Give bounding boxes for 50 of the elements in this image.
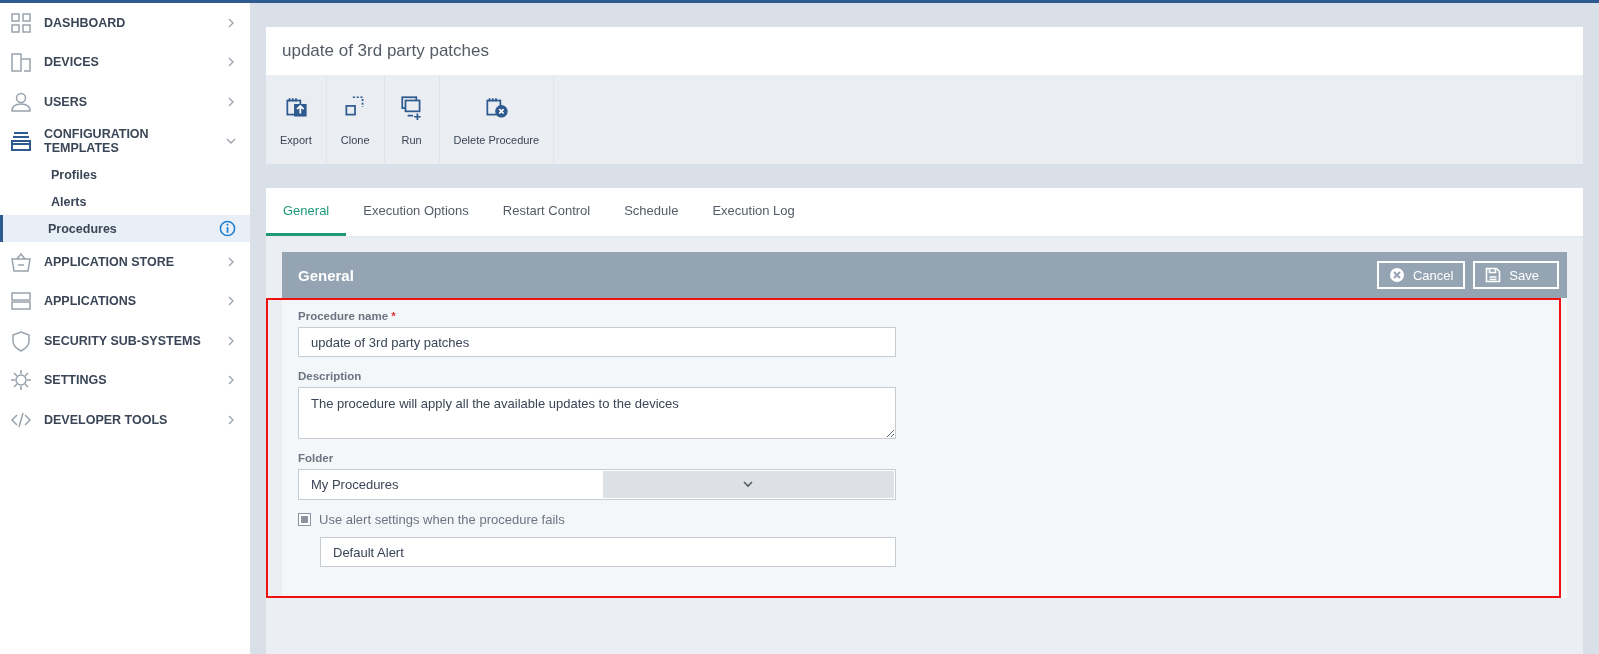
tab[interactable]: Execution Log xyxy=(695,188,812,236)
alert-field[interactable]: Default Alert xyxy=(320,537,896,567)
sidebar-item[interactable]: DEVICES xyxy=(0,42,250,82)
sidebar-item[interactable]: DEVELOPER TOOLS xyxy=(0,400,250,440)
sidebar-subitem[interactable]: Alerts xyxy=(0,188,250,215)
tray-icon xyxy=(10,130,32,153)
chevron-icon xyxy=(226,375,236,386)
sidebar-item[interactable]: SETTINGS xyxy=(0,360,250,400)
sidebar-item[interactable]: DASHBOARD xyxy=(0,3,250,43)
toolbar-button[interactable]: Export xyxy=(266,75,327,164)
shield-icon xyxy=(10,329,32,352)
checkbox-label: Use alert settings when the procedure fails xyxy=(319,512,565,527)
sidebar-subitem[interactable]: Procedures xyxy=(0,215,250,242)
tab[interactable]: Schedule xyxy=(607,188,696,236)
grid-icon xyxy=(10,11,32,34)
sidebar-item[interactable]: USERS xyxy=(0,82,250,122)
basket-icon xyxy=(10,250,32,273)
procedure-name-field[interactable]: update of 3rd party patches xyxy=(298,327,896,357)
checkbox[interactable] xyxy=(298,513,311,526)
gear-icon xyxy=(10,369,32,392)
chevron-icon xyxy=(226,57,236,68)
field-label: Description xyxy=(298,370,363,382)
chevron-icon xyxy=(226,96,236,107)
field-label: Folder xyxy=(298,452,335,464)
chevron-icon xyxy=(226,296,236,307)
info-icon[interactable] xyxy=(219,220,236,237)
sidebar-item[interactable]: APPLICATION STORE xyxy=(0,242,250,282)
chevron-icon xyxy=(226,414,236,425)
sidebar-item[interactable]: CONFIGURATION TEMPLATES xyxy=(0,121,250,161)
field-label: Procedure name * xyxy=(298,310,397,322)
section-title: General xyxy=(298,266,355,284)
folder-dropdown[interactable]: My Procedures xyxy=(298,469,896,500)
server-icon xyxy=(10,290,32,313)
sidebar-subitem[interactable]: Profiles xyxy=(0,161,250,188)
page-title: update of 3rd party patches xyxy=(266,27,1583,75)
toolbar-button[interactable]: Run xyxy=(384,75,440,164)
sidebar-item[interactable]: SECURITY SUB-SYSTEMS xyxy=(0,321,250,361)
caret-icon xyxy=(743,481,754,488)
user-icon xyxy=(10,90,32,113)
devices-icon xyxy=(10,51,32,74)
toolbar-button[interactable]: Delete Procedure xyxy=(439,75,555,164)
tab[interactable]: Execution Options xyxy=(346,188,486,236)
tab[interactable]: Restart Control xyxy=(485,188,608,236)
description-field[interactable]: The procedure will apply all the available updates to the devices xyxy=(298,387,896,439)
close-icon xyxy=(1388,267,1405,283)
toolbar-button[interactable]: Clone xyxy=(326,75,385,164)
chevron-icon xyxy=(226,256,236,267)
sidebar-item[interactable]: APPLICATIONS xyxy=(0,281,250,321)
chevron-icon xyxy=(226,335,236,346)
chevron-icon xyxy=(226,17,236,28)
